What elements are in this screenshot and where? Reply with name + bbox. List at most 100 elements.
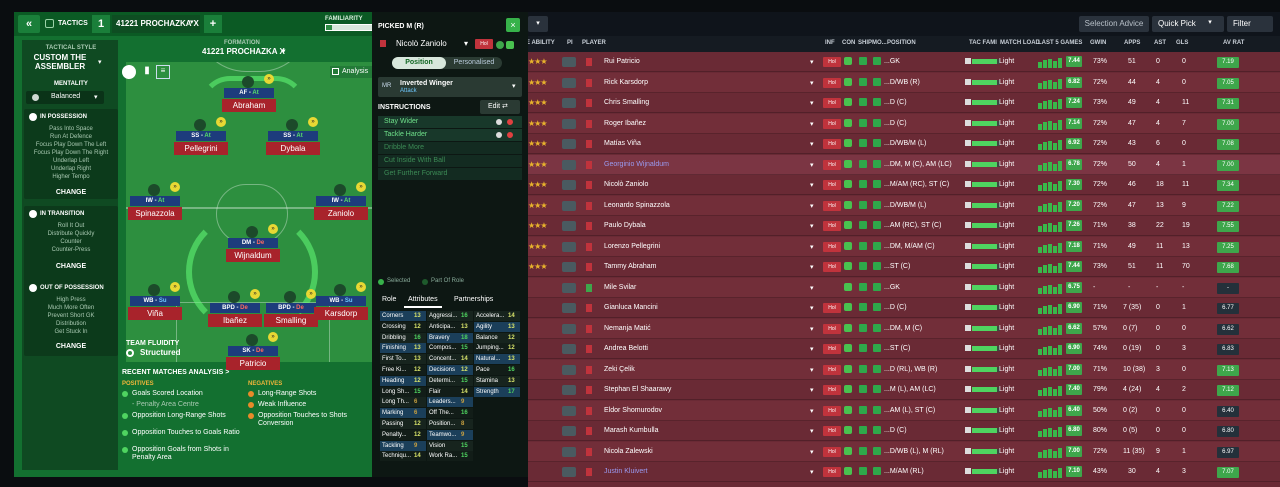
header-match-load[interactable]: MATCH LOAD (1000, 40, 1040, 46)
table-row[interactable]: ★★★ Tammy Abraham ▾ Hol ...ST (C) Light 7.44 73… (528, 257, 1280, 277)
settings-icon[interactable] (496, 119, 502, 125)
header-tac-fam[interactable]: TAC FAMI (969, 40, 997, 46)
player-name[interactable]: Leonardo Spinazzola (604, 202, 670, 209)
row-dropdown[interactable]: ▾ (810, 427, 814, 435)
table-row[interactable]: Mile Svilar ▾ ...GK Light 6.75 - - - - - (528, 277, 1280, 298)
player-info-icon[interactable] (562, 364, 576, 375)
formation-player-wijnaldum[interactable]: » DM - De Wijnaldum (222, 222, 284, 270)
header-ability[interactable]: E ABILITY (526, 40, 555, 46)
remove-icon[interactable] (507, 119, 513, 125)
player-info-icon[interactable] (562, 118, 576, 129)
table-row[interactable]: Stephan El Shaarawy ▾ Hol ...M (L), AM (LC)… (528, 380, 1280, 400)
row-dropdown[interactable]: ▾ (810, 468, 814, 476)
row-dropdown[interactable]: ▾ (810, 181, 814, 189)
table-row[interactable]: ★★★ Roger Ibañez ▾ Hol ...D (C) Light 7.14 72% 4… (528, 113, 1280, 134)
formation-player-viña[interactable]: » WB - Su Viña (124, 280, 186, 328)
player-name[interactable]: Rick Karsdorp (604, 79, 648, 86)
table-row[interactable]: ★★★ Matías Viña ▾ Hol ...D/WB/M (L) Light 6.92… (528, 134, 1280, 154)
player-info-icon[interactable] (562, 385, 576, 395)
recent-analysis-title[interactable]: RECENT MATCHES ANALYSIS > (122, 369, 229, 376)
table-row[interactable]: ★★★ Chris Smalling ▾ Hol ...D (C) Light 7.24 73… (528, 93, 1280, 113)
player-name[interactable]: Georginio Wijnaldum (604, 161, 669, 168)
picked-player-select[interactable]: Nicolò Zaniolo ▾ (388, 37, 470, 50)
close-icon[interactable]: × (506, 18, 520, 32)
row-dropdown[interactable]: ▾ (810, 120, 814, 128)
tab-attributes[interactable]: Attributes (404, 294, 442, 308)
instruction-row[interactable]: Cut Inside With Ball (378, 155, 522, 167)
row-dropdown[interactable]: ▾ (810, 140, 814, 148)
edit-instructions-button[interactable]: Edit ⇄ (480, 100, 520, 114)
formation-player-ibañez[interactable]: » BPD - De Ibañez (204, 287, 266, 335)
row-dropdown[interactable]: ▾ (810, 263, 814, 271)
filter-button[interactable]: Filter (1227, 16, 1273, 32)
header-gwin[interactable]: GWIN (1090, 40, 1106, 46)
table-row[interactable]: Gianluca Mancini ▾ Hol ...D (C) Light 6.90 71%… (528, 298, 1280, 318)
instruction-row[interactable]: Tackle Harder (378, 129, 522, 141)
player-name[interactable]: Roger Ibañez (604, 120, 646, 127)
personalised-tab[interactable]: Personalised (448, 57, 500, 69)
player-name[interactable]: Matías Viña (604, 140, 641, 147)
role-selector[interactable]: MR Inverted Winger Attack ▾ (378, 77, 522, 97)
player-name[interactable]: Paulo Dybala (604, 222, 646, 229)
table-row[interactable]: ★★★ Leonardo Spinazzola ▾ Hol ...D/WB/M (L) L… (528, 195, 1280, 216)
row-dropdown[interactable]: ▾ (810, 58, 814, 66)
player-name[interactable]: Justin Kluivert (604, 468, 648, 475)
player-name[interactable]: Marash Kumbulla (604, 427, 658, 434)
player-name[interactable]: Chris Smalling (604, 99, 649, 106)
table-row[interactable]: ★★★ Rick Karsdorp ▾ Hol ...D/WB (R) Light 6.82… (528, 72, 1280, 93)
formation-player-karsdorp[interactable]: » WB - Su Karsdorp (310, 280, 372, 328)
formation-player-pellegrini[interactable]: » SS - At Pellegrini (170, 115, 232, 163)
table-row[interactable]: ★★★ Paulo Dybala ▾ Hol ...AM (RC), ST (C) Lig… (528, 216, 1280, 236)
header-gls[interactable]: GLS (1176, 40, 1188, 46)
player-name[interactable]: Eldor Shomurodov (604, 407, 662, 414)
player-info-icon[interactable] (562, 180, 576, 190)
header-inf[interactable]: INF (825, 40, 835, 46)
player-info-icon[interactable] (562, 139, 576, 149)
row-dropdown[interactable]: ▾ (810, 202, 814, 210)
instruction-row[interactable]: Dribble More (378, 142, 522, 154)
row-dropdown[interactable]: ▾ (810, 345, 814, 353)
player-info-icon[interactable] (562, 467, 576, 477)
row-dropdown[interactable]: ▾ (810, 222, 814, 230)
player-info-icon[interactable] (562, 77, 576, 88)
table-row[interactable]: Zeki Çelik ▾ Hol ...D (RL), WB (R) Light 7.00… (528, 359, 1280, 380)
player-info-icon[interactable] (562, 446, 576, 457)
formation-player-spinazzola[interactable]: » IW - At Spinazzola (124, 180, 186, 228)
formation-player-abraham[interactable]: » AF - At Abraham (218, 72, 280, 120)
table-row[interactable]: Eldor Shomurodov ▾ Hol ...AM (L), ST (C) Lig… (528, 400, 1280, 421)
header-ast[interactable]: AST (1154, 40, 1166, 46)
table-row[interactable]: ★★★ Nicolò Zaniolo ▾ Hol ...M/AM (RC), ST (C… (528, 175, 1280, 195)
remove-icon[interactable] (507, 132, 513, 138)
player-name[interactable]: Tammy Abraham (604, 263, 657, 270)
player-info-icon[interactable] (562, 57, 576, 67)
formation-player-dybala[interactable]: » SS - At Dybala (262, 115, 324, 163)
table-row[interactable]: ★★★ Lorenzo Pellegrini ▾ Hol ...DM, M/AM (C)… (528, 236, 1280, 257)
position-tab[interactable]: Position (392, 57, 446, 69)
player-info-icon[interactable] (562, 262, 576, 272)
instruction-row[interactable]: Get Further Forward (378, 168, 522, 180)
player-name[interactable]: Lorenzo Pellegrini (604, 243, 660, 250)
player-name[interactable]: Stephan El Shaarawy (604, 386, 671, 393)
header-con[interactable]: CON (842, 40, 855, 46)
quick-pick-dropdown[interactable]: ▾ (1202, 18, 1218, 30)
row-dropdown[interactable]: ▾ (810, 79, 814, 87)
row-dropdown[interactable]: ▾ (810, 386, 814, 394)
player-name[interactable]: Mile Svilar (604, 284, 636, 291)
player-info-icon[interactable] (562, 221, 576, 231)
row-dropdown[interactable]: ▾ (810, 366, 814, 374)
player-info-icon[interactable] (562, 426, 576, 436)
table-row[interactable]: Andrea Belotti ▾ Hol ...ST (C) Light 6.90 74% 0… (528, 339, 1280, 359)
header-pi[interactable]: PI (567, 40, 573, 46)
player-name[interactable]: Nicola Zalewski (604, 448, 653, 455)
player-info-icon[interactable] (562, 200, 576, 211)
player-info-icon[interactable] (562, 303, 576, 313)
player-info-icon[interactable] (562, 344, 576, 354)
player-info-icon[interactable] (562, 282, 576, 293)
row-dropdown[interactable]: ▾ (810, 161, 814, 169)
player-name[interactable]: Gianluca Mancini (604, 304, 658, 311)
header-player[interactable]: PLAYER (582, 40, 606, 46)
row-dropdown[interactable]: ▾ (810, 284, 814, 292)
formation-player-patricio[interactable]: » SK - De Patricio (222, 330, 284, 378)
player-name[interactable]: Zeki Çelik (604, 366, 635, 373)
row-dropdown[interactable]: ▾ (810, 304, 814, 312)
